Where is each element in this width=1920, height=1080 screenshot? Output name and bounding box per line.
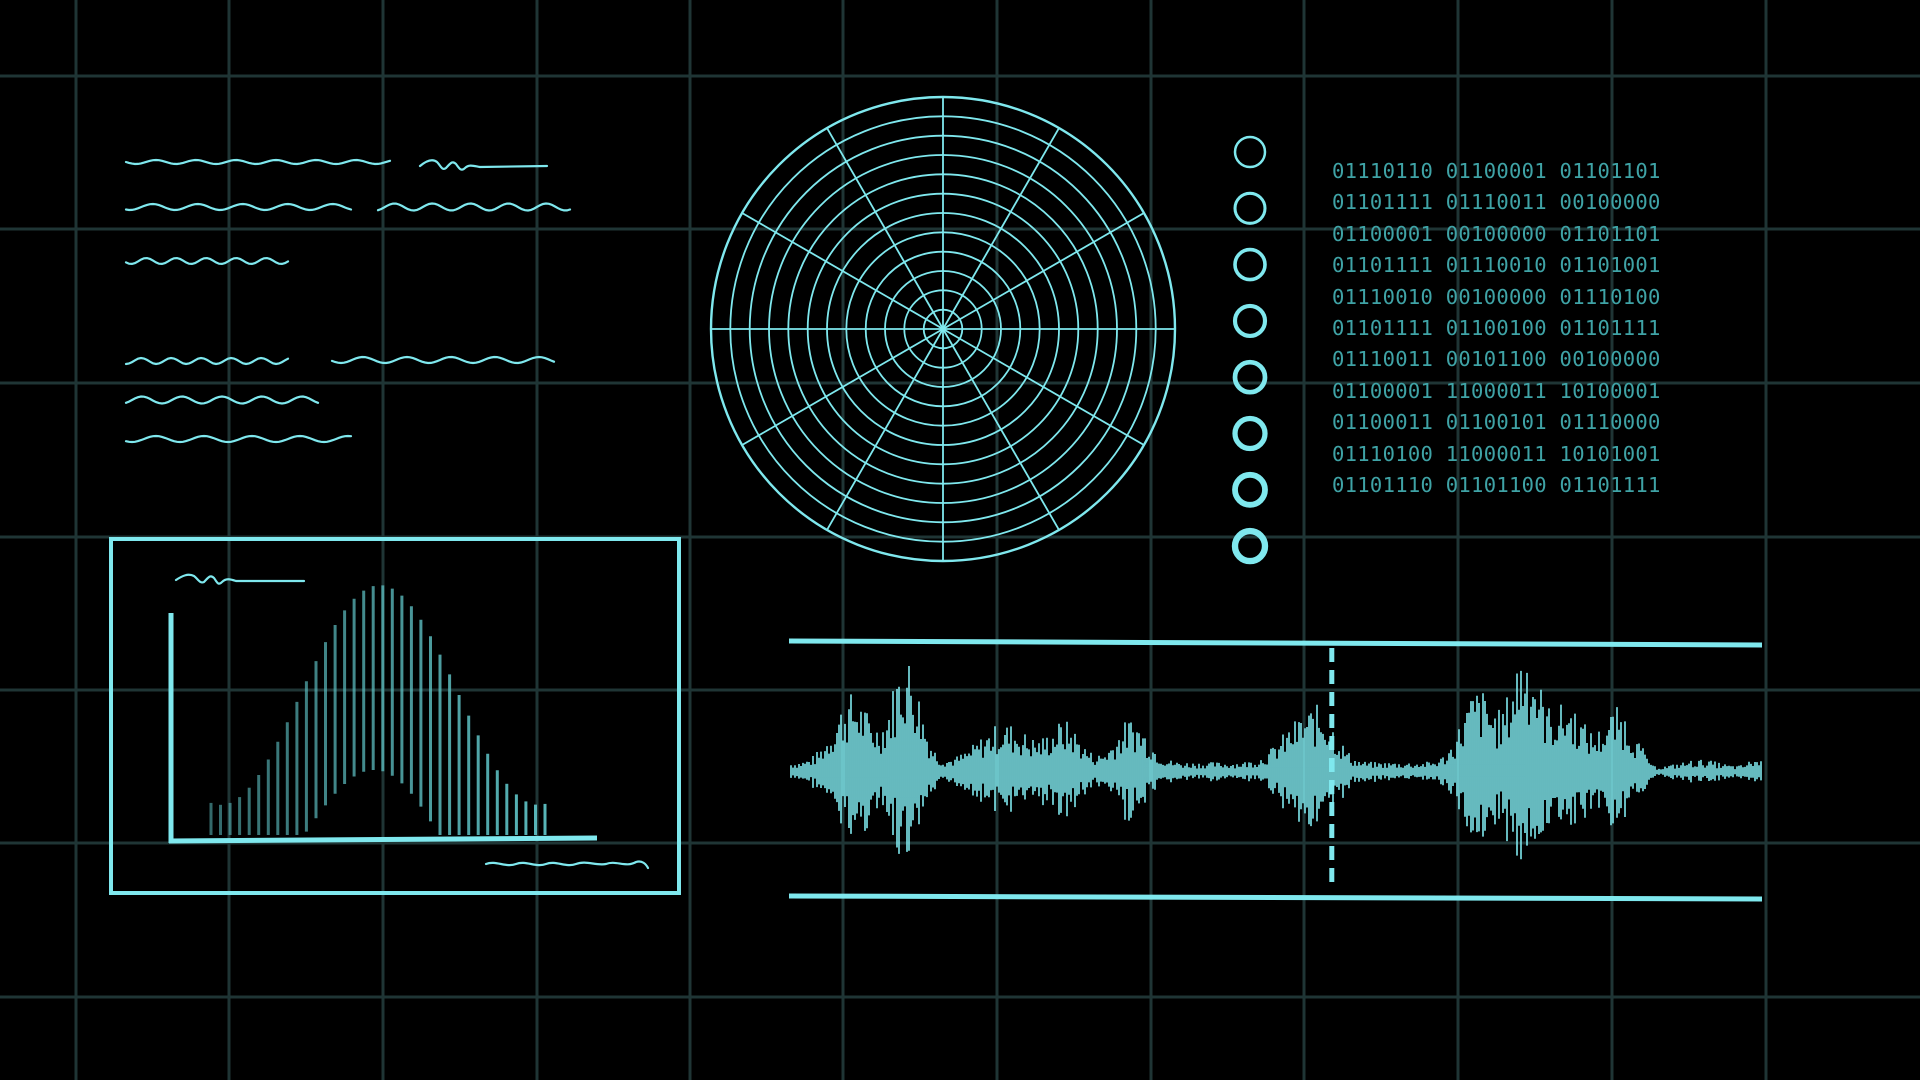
radar-target bbox=[709, 95, 1177, 563]
bar-chart-footer-scribble bbox=[484, 860, 650, 870]
indicator-circle bbox=[1233, 247, 1267, 282]
waveform-panel bbox=[788, 638, 1763, 902]
placeholder-text-lines bbox=[124, 158, 572, 444]
indicator-circle bbox=[1232, 359, 1268, 395]
scribble-line bbox=[124, 256, 290, 266]
binary-row: 01100001 00100000 01101101 bbox=[1332, 221, 1661, 246]
bar-chart-x-axis bbox=[168, 835, 598, 844]
binary-row: 01110011 00101100 00100000 bbox=[1332, 347, 1661, 372]
scribble-line bbox=[376, 202, 572, 212]
radar-spoke bbox=[942, 328, 1060, 531]
binary-row: 01100001 11000011 10100001 bbox=[1332, 378, 1661, 403]
binary-row: 01101111 01110010 01101001 bbox=[1332, 253, 1661, 278]
scribble-line bbox=[124, 434, 353, 444]
indicator-circle bbox=[1232, 415, 1268, 452]
binary-readout: 01110110 01100001 01101101 01101111 01110… bbox=[1332, 156, 1752, 501]
scribble-line bbox=[124, 356, 290, 366]
scribble-line bbox=[124, 395, 320, 405]
binary-row: 01100011 01100101 01110000 bbox=[1332, 410, 1661, 435]
binary-row: 01110110 01100001 01101101 bbox=[1332, 159, 1661, 183]
waveform-top-rail bbox=[788, 638, 1763, 648]
radar-spoke bbox=[942, 328, 1145, 446]
indicator-circle bbox=[1233, 135, 1267, 169]
binary-row: 01101110 01101100 01101111 bbox=[1332, 472, 1661, 497]
waveform-trace bbox=[790, 666, 1762, 860]
bar-chart-title-scribble bbox=[174, 573, 306, 585]
audio-waveform bbox=[790, 666, 1762, 860]
indicator-circle bbox=[1233, 191, 1267, 225]
indicator-circle bbox=[1232, 471, 1268, 508]
waveform-bottom-rail bbox=[788, 893, 1763, 902]
scribble-line bbox=[124, 202, 353, 212]
scribble-line bbox=[124, 158, 392, 166]
bar-chart-bars bbox=[209, 585, 547, 835]
scribble-line bbox=[418, 159, 549, 171]
indicator-circle bbox=[1232, 303, 1268, 338]
indicator-circles bbox=[1231, 135, 1269, 565]
bar-chart-panel bbox=[109, 537, 681, 895]
scribble-line bbox=[330, 355, 556, 365]
binary-row: 01110010 00100000 01110100 bbox=[1332, 284, 1661, 309]
binary-row: 01101111 01110011 00100000 bbox=[1332, 190, 1661, 215]
binary-row: 01101111 01100100 01101111 bbox=[1332, 315, 1661, 340]
binary-row: 01110100 11000011 10101001 bbox=[1332, 441, 1661, 466]
